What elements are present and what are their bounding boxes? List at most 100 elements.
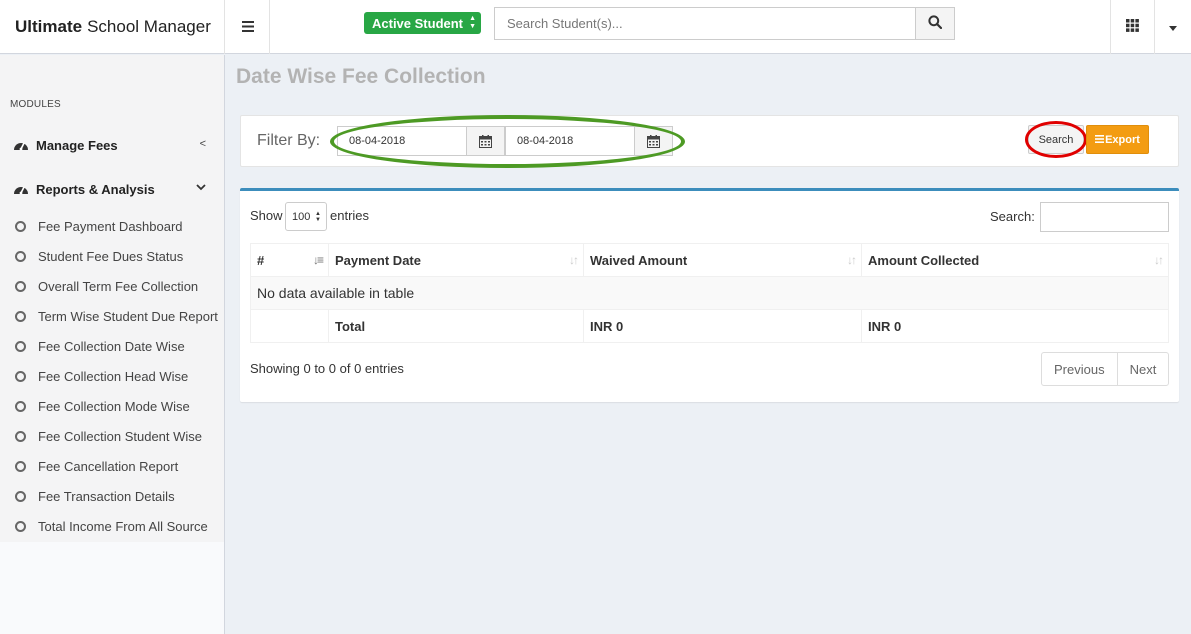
student-search-button[interactable]: [915, 8, 954, 39]
select-arrows-icon: ▲ ▼: [469, 15, 476, 30]
sidebar-item-label: Student Fee Dues Status: [38, 248, 184, 264]
student-search-input[interactable]: [495, 8, 916, 39]
app-brand[interactable]: Ultimate School Manager: [0, 0, 225, 54]
dashboard-icon: [13, 138, 29, 152]
sidebar-item-fee-collection-student-wise[interactable]: Fee Collection Student Wise: [0, 422, 224, 450]
circle-icon: [15, 490, 26, 502]
sidebar-item-label: Term Wise Student Due Report: [38, 308, 218, 324]
calendar-icon[interactable]: [466, 127, 504, 155]
page-title: Date Wise Fee Collection: [236, 65, 486, 88]
sort-icon: ↓↑: [569, 253, 579, 267]
circle-icon: [15, 460, 26, 472]
grid-icon: [1126, 19, 1139, 35]
circle-icon: [15, 250, 26, 262]
sidebar-item-label: Fee Transaction Details: [38, 488, 175, 504]
hamburger-icon: [241, 17, 254, 37]
caret-down-icon: [1169, 25, 1177, 31]
sidebar-item-label: Fee Collection Student Wise: [38, 428, 203, 444]
circle-icon: [15, 430, 26, 442]
sidebar-item-label: Fee Collection Mode Wise: [38, 398, 190, 414]
brand-bold: Ultimate: [15, 17, 83, 36]
sidebar-item-term-wise-student-due-report[interactable]: Term Wise Student Due Report: [0, 302, 224, 330]
sidebar-item-fee-collection-head-wise[interactable]: Fee Collection Head Wise: [0, 362, 224, 390]
sidebar-item-label: Fee Cancellation Report: [38, 458, 179, 474]
sidebar-item-reports-analysis[interactable]: Reports & Analysis: [0, 174, 224, 204]
to-date-value: 08-04-2018: [517, 135, 574, 147]
entries-value: 100: [292, 210, 311, 223]
active-student-dropdown[interactable]: Active Student ▲ ▼: [364, 12, 481, 34]
active-student-label: Active Student: [372, 15, 464, 31]
sidebar-item-label: Manage Fees: [36, 137, 118, 153]
table-search-label: Search:: [990, 209, 1035, 224]
sidebar-item-total-income-from-all-source[interactable]: Total Income From All Source: [0, 512, 224, 540]
footer-collected-total: INR 0: [861, 309, 1169, 343]
circle-icon: [15, 400, 26, 412]
user-menu-button[interactable]: [1154, 0, 1191, 54]
export-button[interactable]: Export: [1086, 125, 1149, 154]
entries-select[interactable]: 100 ▲ ▼: [285, 202, 327, 231]
show-label: Show: [250, 208, 283, 223]
table-row: No data available in table: [250, 276, 1169, 310]
sidebar-item-manage-fees[interactable]: Manage Fees <: [0, 130, 224, 160]
sort-icon: ↓↑: [1154, 253, 1164, 267]
dashboard-icon: [13, 182, 29, 196]
export-label: Export: [1105, 133, 1140, 146]
chevron-down-icon: [196, 182, 206, 194]
fee-collection-table: # ↓≡ Payment Date ↓↑ Waived Amount ↓↑ Amoun…: [250, 243, 1169, 343]
sidebar: MODULES Manage Fees < Reports & Analysis…: [0, 55, 225, 634]
sidebar-item-fee-transaction-details[interactable]: Fee Transaction Details: [0, 482, 224, 510]
calendar-icon[interactable]: [634, 127, 672, 155]
select-arrows-icon: ▲ ▼: [315, 211, 321, 223]
sidebar-item-fee-collection-date-wise[interactable]: Fee Collection Date Wise: [0, 332, 224, 360]
brand-rest: School Manager: [87, 17, 211, 36]
circle-icon: [15, 520, 26, 532]
sort-icon: ↓↑: [847, 253, 857, 267]
sidebar-item-overall-term-fee-collection[interactable]: Overall Term Fee Collection: [0, 272, 224, 300]
circle-icon: [15, 220, 26, 232]
sidebar-item-fee-payment-dashboard[interactable]: Fee Payment Dashboard: [0, 212, 224, 240]
footer-cell-empty: [250, 309, 329, 343]
sidebar-item-label: Fee Collection Date Wise: [38, 338, 185, 354]
column-header-number[interactable]: # ↓≡: [250, 243, 329, 277]
data-table-panel: Show 100 ▲ ▼ entries Search: # ↓≡ Payment …: [240, 188, 1179, 402]
table-footer-row: Total INR 0 INR 0: [250, 309, 1169, 343]
entries-label: entries: [330, 208, 370, 223]
empty-table-message: No data available in table: [250, 276, 1169, 310]
search-button[interactable]: Search: [1028, 125, 1084, 154]
footer-total-label: Total: [328, 309, 584, 343]
sidebar-item-label: Overall Term Fee Collection: [38, 278, 199, 294]
chevron-left-icon: <: [199, 138, 206, 150]
table-header-row: # ↓≡ Payment Date ↓↑ Waived Amount ↓↑ Amoun…: [250, 243, 1169, 277]
sidebar-item-student-fee-dues-status[interactable]: Student Fee Dues Status: [0, 242, 224, 270]
circle-icon: [15, 280, 26, 292]
filter-label: Filter By:: [257, 132, 321, 149]
sidebar-menu: MODULES Manage Fees < Reports & Analysis…: [0, 55, 224, 542]
column-header-amount-collected[interactable]: Amount Collected ↓↑: [861, 243, 1169, 277]
sidebar-section-label: MODULES: [10, 99, 61, 110]
from-date-field[interactable]: 08-04-2018: [337, 126, 505, 156]
apps-menu-button[interactable]: [1110, 0, 1154, 54]
circle-icon: [15, 310, 26, 322]
sort-icon: ↓≡: [312, 253, 324, 267]
pagination: Previous Next: [1041, 352, 1170, 386]
sidebar-item-label: Reports & Analysis: [36, 181, 155, 197]
sidebar-toggle-button[interactable]: [226, 0, 270, 54]
search-icon: [928, 15, 943, 32]
table-info: Showing 0 to 0 of 0 entries: [250, 361, 404, 376]
to-date-field[interactable]: 08-04-2018: [505, 126, 673, 156]
column-header-payment-date[interactable]: Payment Date ↓↑: [328, 243, 584, 277]
column-header-waived-amount[interactable]: Waived Amount ↓↑: [583, 243, 862, 277]
footer-waived-total: INR 0: [583, 309, 862, 343]
student-search: [494, 7, 955, 40]
table-search-input[interactable]: [1040, 202, 1169, 232]
sidebar-item-label: Fee Collection Head Wise: [38, 368, 189, 384]
sidebar-item-fee-cancellation-report[interactable]: Fee Cancellation Report: [0, 452, 224, 480]
from-date-value: 08-04-2018: [349, 135, 406, 147]
circle-icon: [15, 340, 26, 352]
sidebar-item-label: Fee Payment Dashboard: [38, 218, 183, 234]
next-page-button[interactable]: Next: [1116, 353, 1169, 385]
sidebar-item-fee-collection-mode-wise[interactable]: Fee Collection Mode Wise: [0, 392, 224, 420]
circle-icon: [15, 370, 26, 382]
previous-page-button[interactable]: Previous: [1042, 353, 1117, 385]
top-header: Ultimate School Manager Active Student ▲…: [0, 0, 1191, 54]
